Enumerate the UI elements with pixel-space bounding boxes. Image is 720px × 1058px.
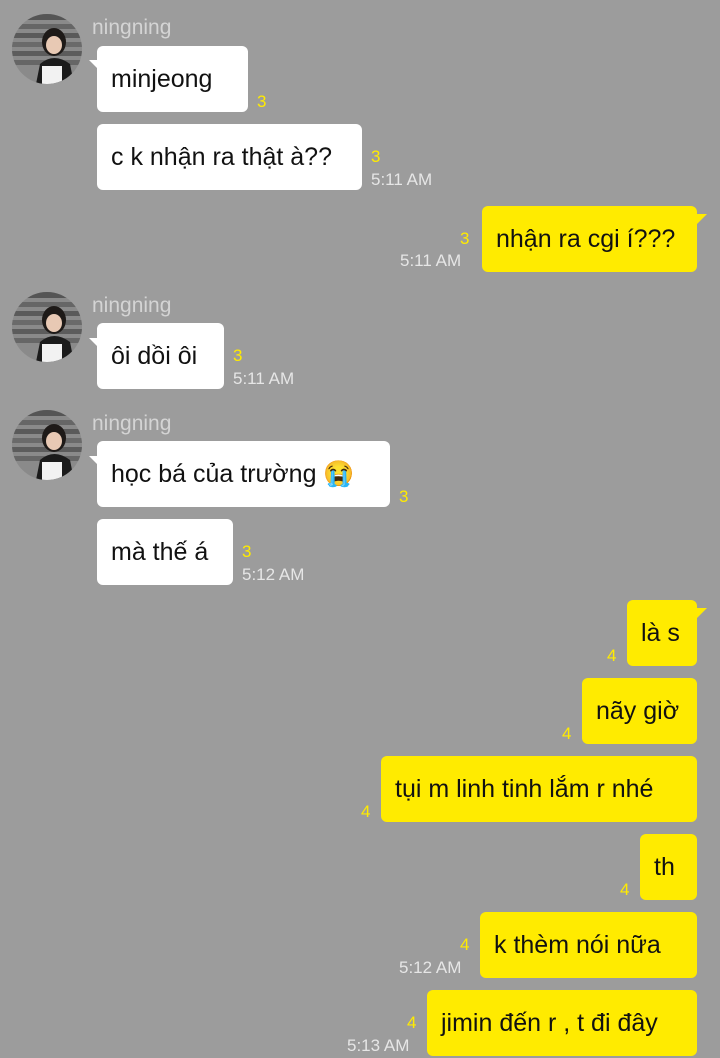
message-text: nãy giờ bbox=[596, 697, 680, 725]
bubble-tail bbox=[697, 214, 707, 224]
message-text: th bbox=[654, 853, 675, 881]
unread-count: 3 bbox=[242, 542, 252, 561]
sender-avatar[interactable] bbox=[12, 410, 82, 480]
avatar-photo bbox=[12, 410, 82, 480]
message-text: mà thế á bbox=[111, 538, 209, 566]
message-bubble[interactable]: là s bbox=[627, 600, 697, 666]
message-text: nhận ra cgi í??? bbox=[496, 225, 676, 253]
unread-count: 4 bbox=[460, 935, 470, 954]
message-bubble[interactable]: k thèm nói nữa bbox=[480, 912, 697, 978]
message-text: k thèm nói nữa bbox=[494, 931, 661, 959]
message-bubble[interactable]: tụi m linh tinh lắm r nhé bbox=[381, 756, 697, 822]
unread-count: 4 bbox=[361, 802, 371, 821]
avatar-photo bbox=[12, 14, 82, 84]
message-text: tụi m linh tinh lắm r nhé bbox=[395, 775, 654, 803]
message-text: học bá của trường 😭 bbox=[111, 460, 355, 488]
message-bubble[interactable]: ôi dồi ôi bbox=[97, 323, 224, 389]
message-time: 5:11 AM bbox=[400, 251, 462, 270]
message-bubble[interactable]: c k nhận ra thật à?? bbox=[97, 124, 362, 190]
sender-name: ningning bbox=[92, 412, 172, 435]
message-text: minjeong bbox=[111, 65, 213, 93]
message-time: 5:12 AM bbox=[399, 958, 462, 977]
message-bubble[interactable]: mà thế á bbox=[97, 519, 233, 585]
unread-count: 4 bbox=[562, 724, 572, 743]
unread-count: 4 bbox=[620, 880, 630, 899]
bubble-tail bbox=[697, 608, 707, 618]
unread-count: 4 bbox=[607, 646, 617, 665]
message-time: 5:12 AM bbox=[242, 565, 305, 584]
message-bubble[interactable]: minjeong bbox=[97, 46, 248, 112]
message-bubble[interactable]: học bá của trường 😭 bbox=[97, 441, 390, 507]
message-text: c k nhận ra thật à?? bbox=[111, 143, 332, 171]
message-bubble[interactable]: jimin đến r , t đi đây bbox=[427, 990, 697, 1056]
sender-name: ningning bbox=[92, 16, 172, 39]
sender-avatar[interactable] bbox=[12, 14, 82, 84]
sender-avatar[interactable] bbox=[12, 292, 82, 362]
message-text: ôi dồi ôi bbox=[111, 342, 198, 370]
message-text: jimin đến r , t đi đây bbox=[441, 1009, 658, 1037]
avatar-photo bbox=[12, 292, 82, 362]
message-bubble[interactable]: nãy giờ bbox=[582, 678, 697, 744]
message-time: 5:11 AM bbox=[371, 170, 433, 189]
unread-count: 3 bbox=[371, 147, 381, 166]
sender-name: ningning bbox=[92, 294, 172, 317]
message-bubble[interactable]: th bbox=[640, 834, 697, 900]
message-time: 5:13 AM bbox=[347, 1036, 410, 1055]
unread-count: 3 bbox=[460, 229, 470, 248]
unread-count: 4 bbox=[407, 1013, 417, 1032]
unread-count: 3 bbox=[257, 92, 267, 111]
message-bubble[interactable]: nhận ra cgi í??? bbox=[482, 206, 697, 272]
message-text: là s bbox=[641, 619, 680, 647]
message-time: 5:11 AM bbox=[233, 369, 295, 388]
unread-count: 3 bbox=[399, 487, 409, 506]
unread-count: 3 bbox=[233, 346, 243, 365]
